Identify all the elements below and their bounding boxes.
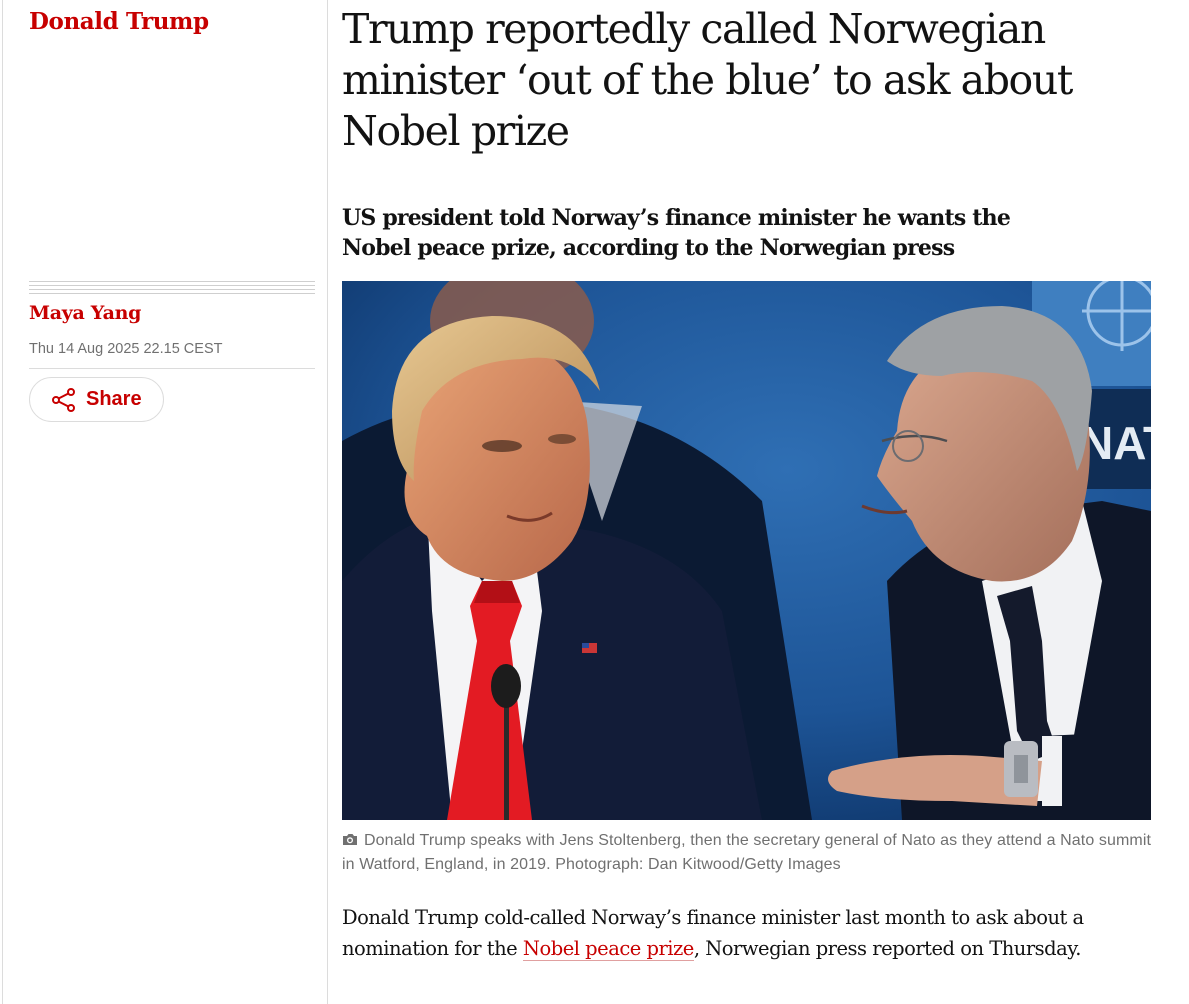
backdrop-lettering: NAT [1080,417,1151,469]
share-button[interactable]: Share [29,377,164,422]
share-button-label: Share [86,388,142,410]
meta-top-rules [29,281,315,297]
section-tag-link[interactable]: Donald Trump [29,8,209,35]
nobel-peace-prize-link[interactable]: Nobel peace prize [522,937,694,961]
meta-bottom-rule [29,368,315,369]
camera-icon [343,834,357,845]
body-text-after-link: , Norwegian press reported on Thursday. [693,937,1082,960]
image-caption-text: Donald Trump speaks with Jens Stoltenber… [342,832,1152,873]
image-caption: Donald Trump speaks with Jens Stoltenber… [342,829,1157,877]
article-headline: Trump reportedly called Norwegian minist… [342,5,1073,155]
column-divider [327,0,328,1004]
publish-date: Thu 14 Aug 2025 22.15 CEST [29,341,223,357]
left-edge-rule [2,0,3,1004]
author-byline[interactable]: Maya Yang [29,302,141,324]
article-standfirst: US president told Norway’s finance minis… [342,205,1011,261]
share-icon [52,388,75,412]
article-main-image: NAT [342,281,1151,820]
article-body-paragraph: Donald Trump cold-called Norway’s financ… [342,902,1157,964]
